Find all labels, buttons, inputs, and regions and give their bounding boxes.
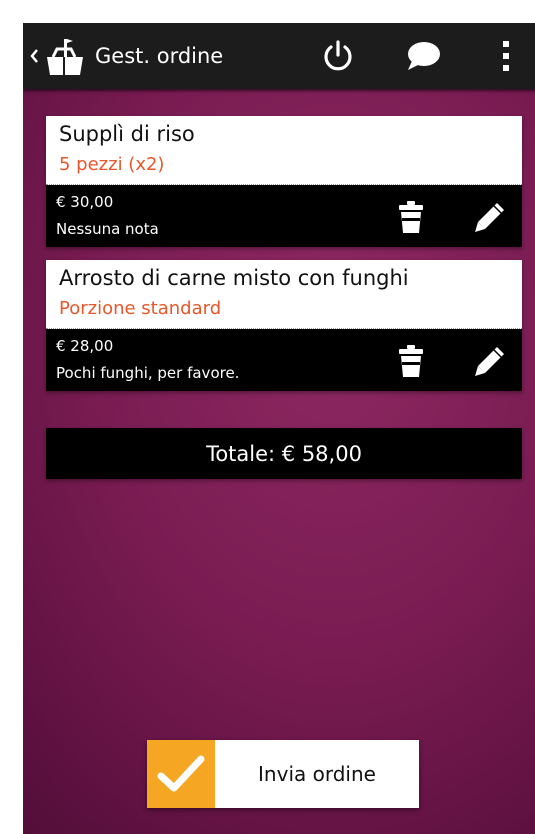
power-button[interactable]: [313, 31, 363, 81]
overflow-menu-button[interactable]: [481, 31, 531, 81]
item-portion: Porzione standard: [59, 298, 222, 319]
chat-button[interactable]: [398, 31, 448, 81]
action-bar: Gest. ordine: [23, 23, 535, 89]
overflow-menu-icon: [503, 41, 509, 71]
trash-icon: [399, 345, 423, 377]
edit-item-button[interactable]: [470, 197, 510, 237]
order-total: Totale: € 58,00: [206, 441, 362, 466]
order-item-header: Arrosto di carne misto con funghi Porzio…: [46, 260, 522, 329]
send-label-box: Invia ordine: [215, 740, 419, 808]
delete-item-button[interactable]: [391, 197, 431, 237]
item-note: Pochi funghi, per favore.: [56, 364, 240, 382]
back-chevron-icon[interactable]: [27, 41, 41, 71]
item-portion: 5 pezzi (x2): [59, 154, 165, 175]
edit-item-button[interactable]: [470, 341, 510, 381]
pencil-icon: [475, 347, 504, 376]
item-price: € 28,00: [56, 337, 114, 355]
send-order-button[interactable]: Invia ordine: [147, 740, 419, 808]
order-item-card[interactable]: Arrosto di carne misto con funghi Porzio…: [46, 260, 522, 391]
power-icon: [324, 40, 352, 71]
app-bag-icon[interactable]: [43, 35, 87, 79]
order-total-bar: Totale: € 58,00: [46, 428, 522, 479]
app-screen: Gest. ordine Supplì di riso 5 pezzi (x2)…: [23, 23, 535, 834]
order-item-footer: € 30,00 Nessuna nota: [46, 185, 522, 247]
item-name: Supplì di riso: [59, 122, 195, 146]
item-price: € 30,00: [56, 193, 114, 211]
order-item-footer: € 28,00 Pochi funghi, per favore.: [46, 329, 522, 391]
trash-icon: [399, 201, 423, 233]
send-check-box: [147, 740, 215, 808]
item-note: Nessuna nota: [56, 220, 159, 238]
send-order-label: Invia ordine: [258, 762, 376, 786]
pencil-icon: [475, 203, 504, 232]
item-name: Arrosto di carne misto con funghi: [59, 266, 409, 290]
delete-item-button[interactable]: [391, 341, 431, 381]
order-item-card[interactable]: Supplì di riso 5 pezzi (x2) € 30,00 Ness…: [46, 116, 522, 247]
chat-bubble-icon: [408, 42, 440, 70]
order-item-header: Supplì di riso 5 pezzi (x2): [46, 116, 522, 185]
checkmark-icon: [157, 755, 205, 792]
app-title: Gest. ordine: [95, 44, 224, 68]
